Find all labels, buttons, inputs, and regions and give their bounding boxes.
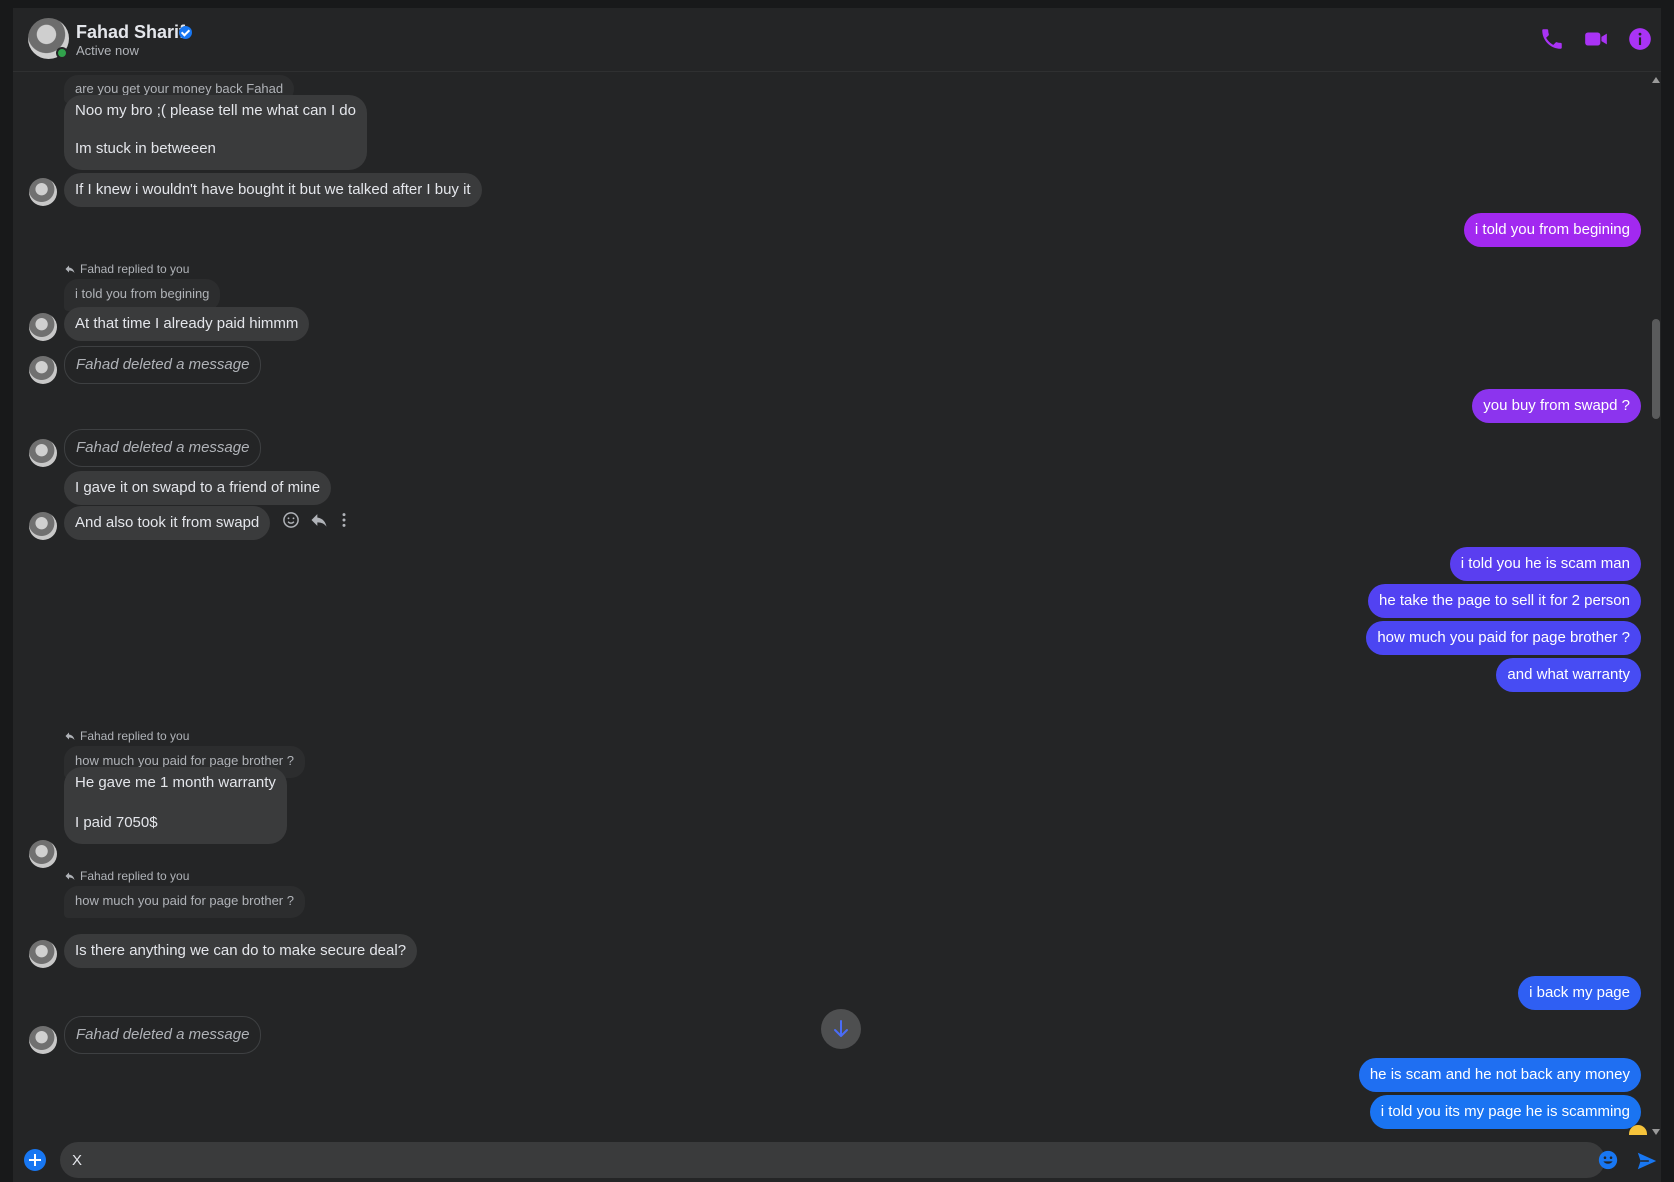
message-line: I paid 7050$ xyxy=(75,814,158,831)
outgoing-message[interactable]: i told you from begining xyxy=(1463,213,1641,247)
message-thread[interactable]: are you get your money back Fahad Noo my… xyxy=(13,73,1661,1148)
video-call-button[interactable] xyxy=(1583,26,1609,52)
scroll-down-arrow[interactable] xyxy=(1652,1129,1660,1135)
smile-icon xyxy=(283,512,299,528)
incoming-message[interactable]: I gave it on swapd to a friend of mine xyxy=(64,471,332,505)
deleted-message: Fahad deleted a message xyxy=(64,346,262,384)
active-status-dot xyxy=(56,47,68,59)
contact-avatar[interactable] xyxy=(29,439,57,467)
reply-indicator: Fahad replied to you xyxy=(64,262,189,276)
verified-icon xyxy=(179,26,192,39)
more-icon xyxy=(342,513,346,527)
arrow-down-icon xyxy=(834,1020,848,1037)
messenger-window: Fahad Sharif Active now are you get your… xyxy=(13,8,1661,1182)
video-icon xyxy=(1585,32,1607,46)
message-line: Noo my bro ;( please tell me what can I … xyxy=(75,102,356,119)
deleted-message: Fahad deleted a message xyxy=(64,429,262,467)
reply-icon xyxy=(65,265,75,273)
scrollbar[interactable] xyxy=(1650,73,1661,1141)
contact-avatar[interactable] xyxy=(29,840,57,868)
outgoing-message[interactable]: i told you he is scam man xyxy=(1449,547,1641,581)
emoji-button[interactable] xyxy=(1597,1149,1619,1171)
contact-avatar[interactable] xyxy=(29,313,57,341)
more-options-button[interactable] xyxy=(334,510,354,530)
outgoing-message[interactable]: how much you paid for page brother ? xyxy=(1366,621,1641,655)
outgoing-message[interactable]: i told you its my page he is scamming xyxy=(1369,1095,1641,1129)
message-line: He gave me 1 month warranty xyxy=(75,774,276,791)
reply-icon xyxy=(65,872,75,880)
incoming-message[interactable]: If I knew i wouldn't have bought it but … xyxy=(64,173,482,207)
message-input[interactable] xyxy=(60,1142,1605,1178)
outgoing-message[interactable]: he is scam and he not back any money xyxy=(1358,1058,1641,1092)
outgoing-message[interactable]: you buy from swapd ? xyxy=(1472,389,1641,423)
scroll-to-bottom-button[interactable] xyxy=(821,1009,861,1049)
chat-header: Fahad Sharif Active now xyxy=(13,8,1661,72)
outgoing-message[interactable]: he take the page to sell it for 2 person xyxy=(1368,584,1641,618)
emoji-icon xyxy=(1598,1150,1618,1170)
incoming-message[interactable]: And also took it from swapd xyxy=(64,506,271,540)
message-line: Im stuck in betweeen xyxy=(75,140,216,157)
incoming-message[interactable]: Noo my bro ;( please tell me what can I … xyxy=(64,95,367,170)
incoming-message[interactable]: At that time I already paid himmm xyxy=(64,307,310,341)
react-button[interactable] xyxy=(281,510,301,530)
incoming-message[interactable]: Is there anything we can do to make secu… xyxy=(64,934,418,968)
contact-avatar[interactable] xyxy=(29,940,57,968)
voice-call-button[interactable] xyxy=(1539,26,1565,52)
outgoing-message[interactable]: i back my page xyxy=(1518,976,1641,1010)
send-button[interactable] xyxy=(1636,1150,1658,1172)
reply-button[interactable] xyxy=(309,510,329,530)
contact-status: Active now xyxy=(76,43,139,58)
quoted-message: how much you paid for page brother ? xyxy=(64,886,305,918)
send-icon xyxy=(1637,1152,1657,1170)
phone-icon xyxy=(1542,29,1562,49)
conversation-info-button[interactable] xyxy=(1627,26,1653,52)
contact-avatar[interactable] xyxy=(29,356,57,384)
contact-avatar[interactable] xyxy=(29,178,57,206)
reply-icon xyxy=(311,514,327,527)
scrollbar-thumb[interactable] xyxy=(1652,319,1660,419)
contact-avatar[interactable] xyxy=(29,1026,57,1054)
reply-icon xyxy=(65,732,75,740)
outgoing-message[interactable]: and what warranty xyxy=(1496,658,1641,692)
scroll-up-arrow[interactable] xyxy=(1652,77,1660,83)
incoming-message[interactable]: He gave me 1 month warranty I paid 7050$ xyxy=(64,767,287,844)
deleted-message: Fahad deleted a message xyxy=(64,1016,262,1054)
contact-avatar[interactable] xyxy=(29,512,57,540)
contact-name[interactable]: Fahad Sharif xyxy=(76,22,185,43)
info-icon xyxy=(1629,28,1651,50)
reply-indicator: Fahad replied to you xyxy=(64,869,189,883)
more-actions-button[interactable] xyxy=(24,1149,46,1171)
message-composer xyxy=(13,1141,1661,1182)
reply-indicator: Fahad replied to you xyxy=(64,729,189,743)
